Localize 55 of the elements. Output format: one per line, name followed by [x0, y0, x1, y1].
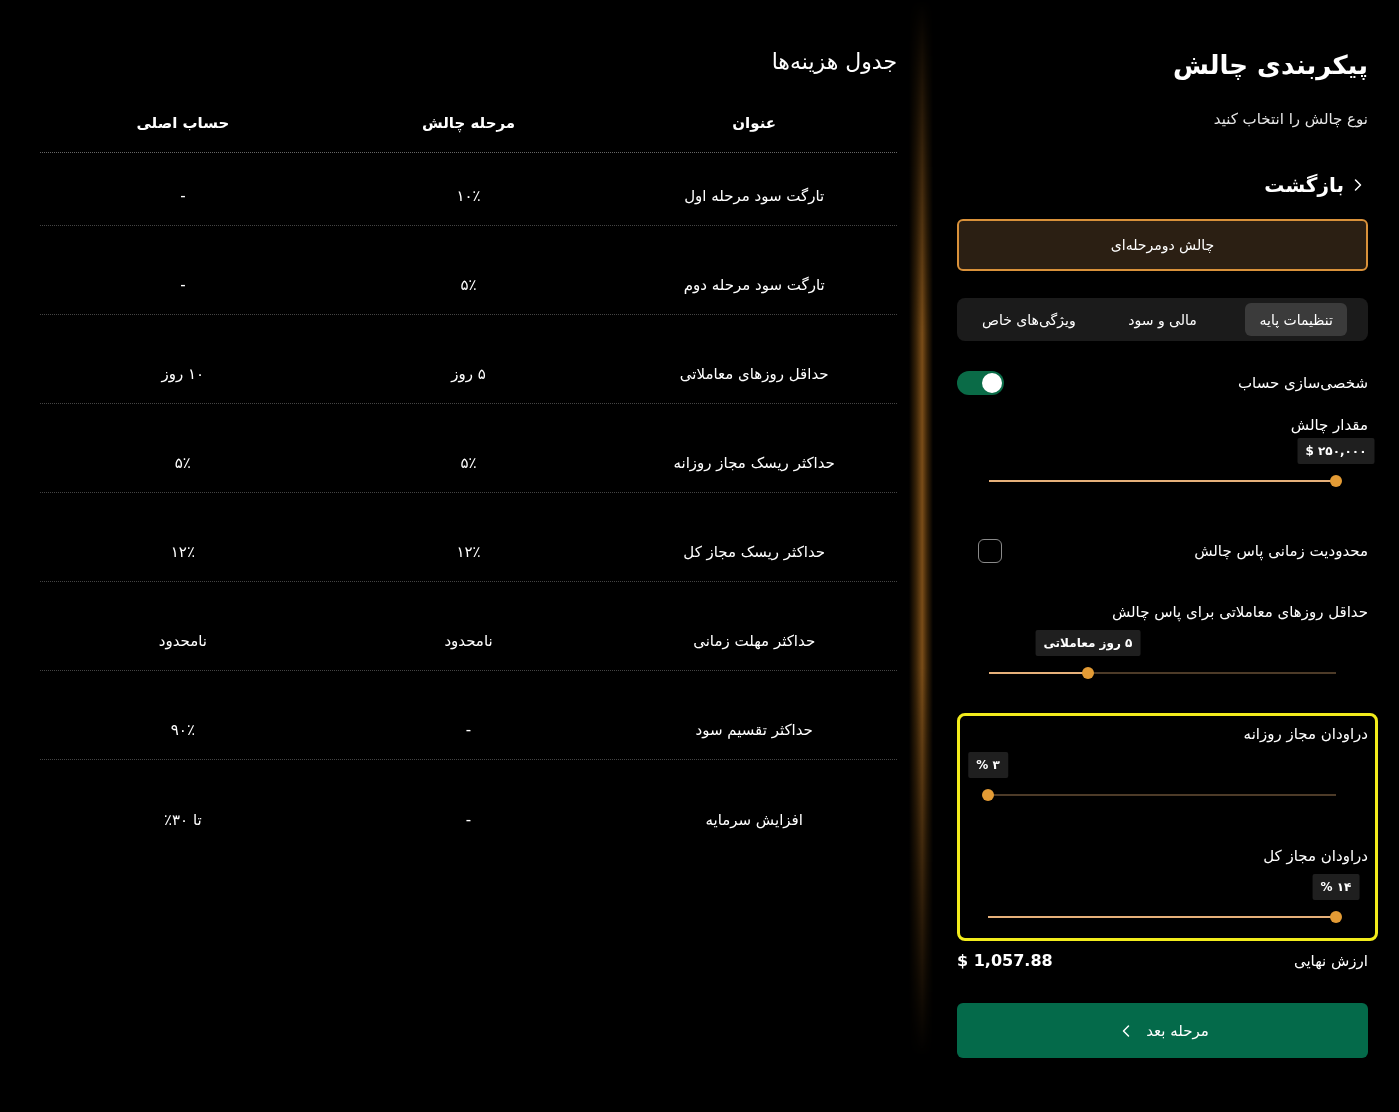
table-cell-text: افزایش سرمایه [705, 810, 803, 831]
table-cell-text: - [465, 810, 472, 831]
table-cell-text: تارگت سود مرحله دوم [683, 275, 825, 296]
table-cell-text: حداکثر تقسیم سود [695, 720, 813, 741]
table-cell-text: ۱۲٪ [170, 542, 195, 563]
slider-label: مقدار چالش [1289, 415, 1368, 436]
table-cell-text: - [465, 720, 472, 741]
slider-value-tooltip: ۳ % [968, 752, 1008, 778]
slider-value-tooltip: ۵ روز معاملاتی [1035, 630, 1141, 656]
table-cell-text: ۹۰٪ [170, 720, 195, 741]
table-cell-text: تا ۳۰٪ [164, 810, 202, 831]
table-cell-text: ۵٪ [460, 453, 477, 474]
panel-title: پیکربندی چالش [1172, 49, 1368, 82]
slider-value-tooltip: ۱۴ % [1312, 874, 1360, 900]
slider-label: دراودان مجاز روزانه [1242, 724, 1368, 745]
slider-label: حداقل روزهای معاملاتی برای پاس چالش [1110, 602, 1368, 623]
column-header: حساب اصلی [136, 113, 230, 134]
challenge-type-option[interactable]: چالش دومرحله‌ای [957, 219, 1368, 271]
table-cell-text: نامحدود [158, 631, 207, 652]
slider-value-tooltip: $ ۲۵۰,۰۰۰ [1297, 438, 1375, 464]
back-link-label: بازگشت [1264, 172, 1344, 199]
table-cell-text: - [180, 186, 186, 207]
table-cell-text: ۱۰٪ [456, 186, 481, 207]
table-cell-text: - [180, 275, 186, 296]
table-cell-text: ۱۰ روز [161, 364, 205, 385]
toggle-switch[interactable] [957, 371, 1004, 395]
slider-thumb[interactable] [1081, 667, 1094, 679]
back-link[interactable]: بازگشت [1264, 171, 1368, 199]
table-cell-text: نامحدود [444, 631, 493, 652]
slider-label: دراودان مجاز کل [1262, 846, 1368, 867]
table-cell-text: ۱۲٪ [456, 542, 481, 563]
tab[interactable]: تنظیمات پایه [1245, 303, 1347, 336]
checkbox-label: محدودیت زمانی پاس چالش [1194, 541, 1368, 562]
slider-thumb[interactable] [1330, 911, 1342, 923]
table-cell-text: حداکثر ریسک مجاز روزانه [673, 453, 835, 474]
final-value: $ 1,057.88 [957, 950, 1053, 972]
panel-subtitle: نوع چالش را انتخاب کنید [1212, 109, 1368, 130]
table-title: جدول هزینه‌ها [770, 48, 897, 76]
toggle-label: شخصی‌سازی حساب [1238, 373, 1368, 394]
tab[interactable]: مالی و سود [1114, 303, 1211, 336]
table-cell-text: حداقل روزهای معاملاتی [679, 364, 829, 385]
column-header: مرحله چالش [421, 113, 516, 134]
table-cell-text: ۵٪ [460, 275, 477, 296]
table-cell-text: ۵٪ [174, 453, 191, 474]
column-header: عنوان [732, 113, 777, 134]
table-cell-text: حداکثر مهلت زمانی [693, 631, 816, 652]
slider-thumb[interactable] [1330, 475, 1342, 487]
table-cell-text: حداکثر ریسک مجاز کل [683, 542, 826, 563]
checkbox[interactable] [978, 539, 1002, 563]
next-step-button[interactable]: مرحله بعد [957, 1003, 1368, 1058]
tab[interactable]: ویژگی‌های خاص [968, 303, 1090, 336]
table-cell-text: تارگت سود مرحله اول [684, 186, 825, 207]
table-cell-text: ۵ روز [451, 364, 486, 385]
final-value-label: ارزش نهایی [1293, 951, 1368, 972]
slider-thumb[interactable] [982, 789, 994, 801]
